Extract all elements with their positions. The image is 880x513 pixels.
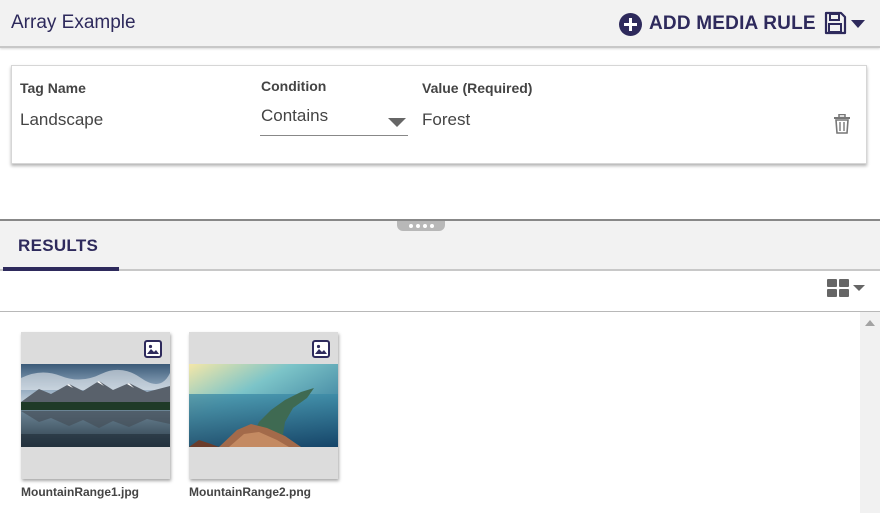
results-toolbar: [0, 271, 880, 312]
results-grid: MountainRange1.jpg MountainRange2.png: [0, 312, 880, 513]
media-rule-card: Tag Name Landscape Condition Contains Va…: [11, 65, 867, 164]
grid-view-icon: [827, 279, 849, 297]
page-title: Array Example: [11, 12, 136, 33]
tag-name-value[interactable]: Landscape: [20, 110, 103, 130]
delete-rule-button[interactable]: [833, 113, 851, 139]
tab-results-label: RESULTS: [18, 236, 99, 255]
condition-label: Condition: [261, 78, 327, 94]
plus-circle-icon: [619, 12, 642, 36]
image-icon: [144, 340, 162, 358]
handle-dot: [415, 224, 420, 228]
media-name: MountainRange2.png: [189, 485, 311, 499]
add-media-rule-label: ADD MEDIA RULE: [649, 13, 816, 34]
condition-value: Contains: [261, 106, 329, 125]
media-thumbnail: [21, 364, 170, 447]
media-thumbnail: [189, 364, 338, 447]
add-media-rule-button[interactable]: ADD MEDIA RULE: [619, 11, 816, 37]
splitter-handle[interactable]: [397, 221, 445, 231]
trash-icon: [834, 113, 850, 134]
caret-down-icon: [853, 285, 865, 291]
tag-name-label: Tag Name: [20, 80, 86, 96]
chevron-down-icon: [388, 118, 406, 127]
condition-select[interactable]: Contains: [260, 104, 408, 136]
scroll-up-arrow-icon[interactable]: [865, 320, 875, 326]
handle-dot: [408, 224, 413, 228]
caret-down-icon: [851, 20, 865, 28]
image-icon: [312, 340, 330, 358]
view-mode-button[interactable]: [827, 279, 865, 297]
tab-results[interactable]: RESULTS: [3, 221, 119, 272]
value-input[interactable]: Forest: [422, 110, 470, 130]
save-menu-button[interactable]: [823, 11, 865, 35]
media-card[interactable]: [189, 332, 338, 479]
value-label: Value (Required): [422, 80, 533, 96]
media-name: MountainRange1.jpg: [21, 485, 139, 499]
media-card[interactable]: [21, 332, 170, 479]
floppy-disk-icon: [824, 11, 847, 35]
app-header: Array Example ADD MEDIA RULE: [0, 0, 880, 48]
handle-dot: [422, 224, 427, 228]
handle-dot: [429, 224, 434, 228]
vertical-scrollbar[interactable]: [860, 312, 880, 513]
